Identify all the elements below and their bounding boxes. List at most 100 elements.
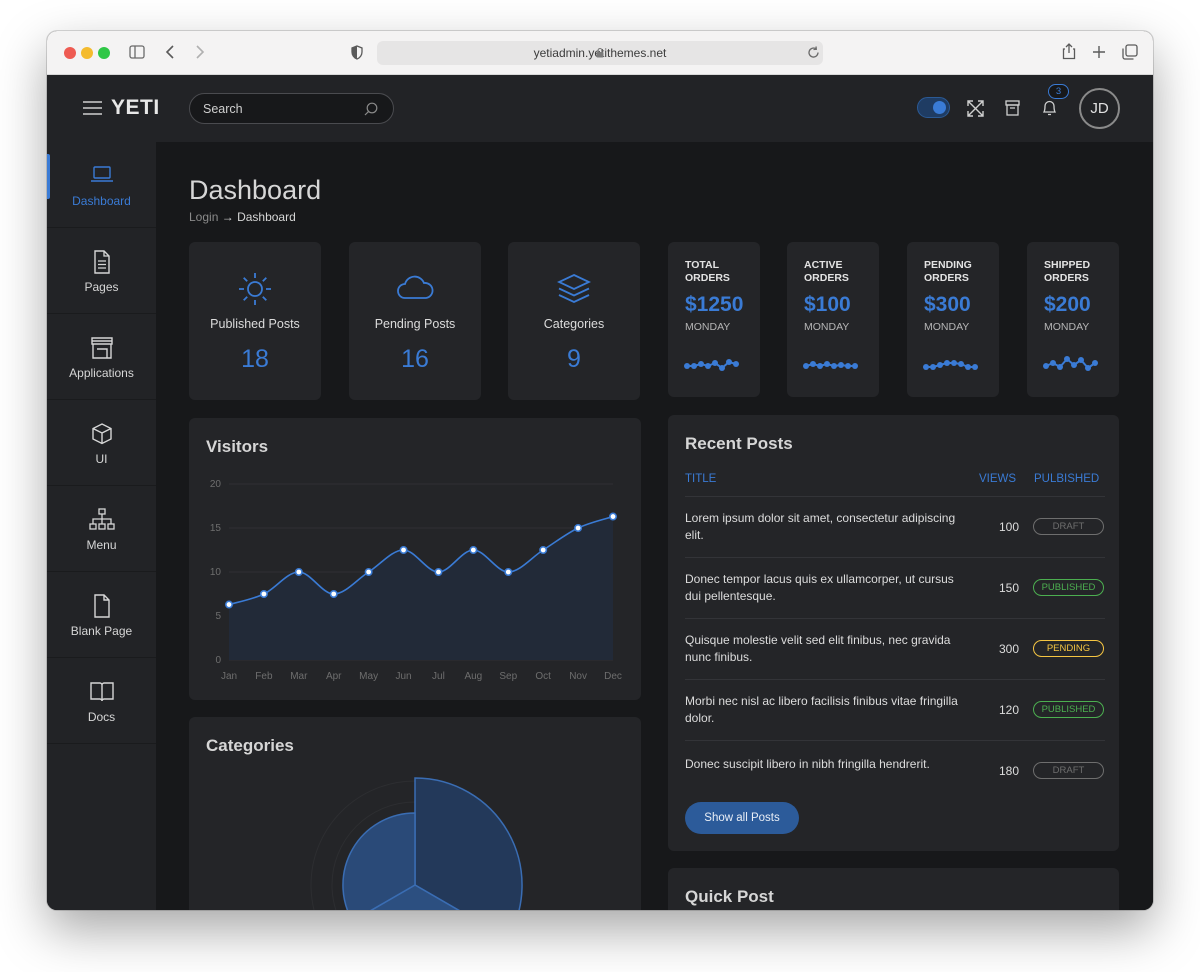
column-header-title[interactable]: TITLE [685,473,716,485]
x-tick-label: Jun [395,671,411,682]
post-title: Quisque molestie velit sed elit finibus,… [685,633,951,664]
sidebar-item-ui[interactable]: UI [47,400,156,486]
archive-icon[interactable] [1005,100,1020,116]
sparkline [1043,356,1098,371]
x-tick-label: Jul [432,671,445,682]
blank-page-icon [94,594,110,618]
table-row[interactable]: Donec tempor lacus quis ex ullamcorper, … [685,557,1105,618]
post-views: 100 [998,520,1019,534]
visitors-chart[interactable]: 0 5 10 15 20 Jan Feb Mar Apr May Jun Jul Aug Sep Oct No… [189,468,641,688]
sidebar-item-menu[interactable]: Menu [47,486,156,572]
close-window-button[interactable] [64,47,76,59]
reload-icon[interactable] [807,46,820,59]
data-point[interactable] [434,568,443,577]
x-tick-label: Apr [326,671,342,682]
order-title: Shipped Orders [1044,259,1091,284]
x-tick-label: Mar [290,671,308,682]
theme-toggle[interactable] [917,97,950,118]
sidebar-item-label: Pages [84,280,119,294]
sparkline [684,359,739,371]
categories-polar-chart[interactable] [189,717,641,910]
order-card-pending: Pending Orders $300 MONDAY [907,242,999,397]
sidebar-toggle-icon[interactable] [129,45,145,59]
quick-post-card: Quick Post [668,868,1119,910]
x-tick-label: Aug [464,671,482,682]
y-tick-label: 5 [215,611,221,622]
data-point[interactable] [539,546,548,555]
data-point[interactable] [608,512,617,521]
minimize-window-button[interactable] [81,47,93,59]
stat-label: Categories [543,317,605,331]
book-icon [90,682,114,702]
recent-posts-title: Recent Posts [685,434,793,453]
sidebar-item-label: Blank Page [70,624,133,638]
search-placeholder: Search [203,101,243,116]
fullscreen-icon[interactable] [967,100,984,117]
categories-card: Categories [189,717,641,910]
search-input[interactable]: Search [189,93,394,124]
x-tick-label: Feb [255,671,273,682]
bell-icon[interactable] [1042,99,1057,117]
menu-toggle-icon[interactable] [83,100,103,116]
avatar[interactable]: JD [1079,88,1120,129]
data-point[interactable] [259,590,268,599]
stat-card-published: Published Posts 18 [189,242,321,400]
order-title: Active Orders [804,259,849,284]
data-point[interactable] [364,568,373,577]
stat-card-categories: Categories 9 [508,242,640,400]
table-row[interactable]: Quisque molestie velit sed elit finibus,… [685,618,1105,679]
data-point[interactable] [399,546,408,555]
data-point[interactable] [329,590,338,599]
post-views: 180 [998,764,1019,778]
table-row[interactable]: Lorem ipsum dolor sit amet, consectetur … [685,496,1105,557]
sidebar-item-pages[interactable]: Pages [47,228,156,314]
forward-icon[interactable] [195,45,205,59]
table-row[interactable]: Donec suscipit libero in nibh fringilla … [685,740,1105,801]
cloud-icon [397,275,434,299]
column-header-status[interactable]: PULBISHED [1034,473,1099,485]
sidebar-item-blank-page[interactable]: Blank Page [47,572,156,658]
table-row[interactable]: Morbi nec nisl ac libero facilisis finib… [685,679,1105,740]
tabs-overview-icon[interactable] [1122,44,1138,60]
post-title: Morbi nec nisl ac libero facilisis finib… [685,694,958,725]
polar-segment[interactable] [414,777,523,910]
data-point[interactable] [469,546,478,555]
sidebar-item-applications[interactable]: Applications [47,314,156,400]
sidebar-item-docs[interactable]: Docs [47,658,156,744]
order-title: Total Orders [685,259,730,284]
shield-icon[interactable] [351,45,363,60]
zoom-window-button[interactable] [98,47,110,59]
back-icon[interactable] [165,45,175,59]
data-point[interactable] [224,600,233,609]
y-tick-label: 0 [215,655,221,666]
layers-icon [557,274,591,303]
address-bar[interactable]: yetiadmin.yetithemes.net [377,41,823,65]
brand-logo[interactable]: YETI [111,96,160,120]
data-point[interactable] [504,568,513,577]
post-views: 120 [998,703,1019,717]
order-day: MONDAY [685,321,731,333]
share-icon[interactable] [1062,43,1076,60]
sidebar: Dashboard Pages Applications UI Menu Bla… [47,142,156,910]
sun-icon [239,273,271,305]
column-header-views[interactable]: VIEWS [979,473,1016,485]
x-tick-label: Dec [604,671,622,682]
sidebar-item-dashboard[interactable]: Dashboard [47,142,156,228]
breadcrumb-current: Dashboard [237,210,296,224]
sparkline [923,360,978,370]
status-badge: DRAFT [1033,762,1104,779]
show-all-posts-button[interactable]: Show all Posts [685,802,799,834]
order-card-total: Total Orders $1250 MONDAY [668,242,760,397]
x-tick-label: May [359,671,378,682]
sparkline [803,361,858,369]
status-badge: PENDING [1033,640,1104,657]
order-card-active: Active Orders $100 MONDAY [787,242,879,397]
app: YETI Search 3 JD Dashboard Pages Applica… [47,75,1153,910]
data-point[interactable] [574,523,583,532]
stat-value: 9 [567,345,581,373]
new-tab-icon[interactable] [1092,45,1106,59]
notification-badge: 3 [1048,84,1069,99]
breadcrumb-parent[interactable]: Login [189,210,218,224]
search-icon[interactable] [364,102,378,116]
data-point[interactable] [294,568,303,577]
